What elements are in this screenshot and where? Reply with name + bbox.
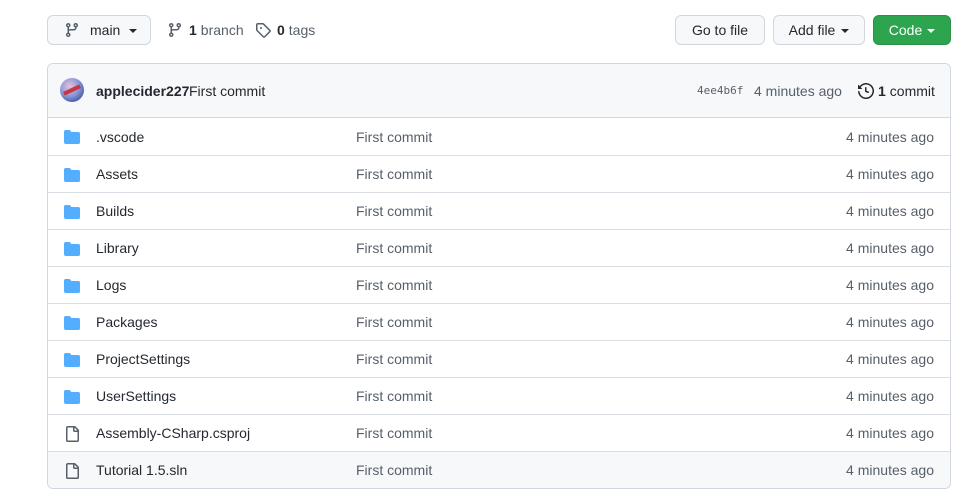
file-name-link[interactable]: Assets (96, 166, 138, 182)
latest-commit-bar: applecider227 First commit 4ee4b6f 4 min… (48, 64, 950, 118)
file-row[interactable]: Library First commit 4 minutes ago (48, 229, 950, 266)
file-commit-message-link[interactable]: First commit (356, 425, 432, 441)
file-icon (64, 463, 80, 479)
file-commit-message-link[interactable]: First commit (356, 462, 432, 478)
file-row[interactable]: Assembly-CSharp.csproj First commit 4 minu… (48, 414, 950, 451)
file-row[interactable]: Logs First commit 4 minutes ago (48, 266, 950, 303)
commit-count-word: commit (889, 82, 935, 99)
commit-count: 1 (878, 82, 886, 99)
code-button[interactable]: Code (873, 15, 951, 45)
file-commit-time: 4 minutes ago (846, 277, 934, 293)
file-name-link[interactable]: UserSettings (96, 388, 176, 404)
file-commit-message-link[interactable]: First commit (356, 166, 432, 182)
commit-history-link[interactable]: 1 commit (858, 83, 935, 99)
folder-icon (64, 204, 80, 220)
branch-count: 1 (189, 22, 197, 38)
chevron-down-icon (927, 29, 936, 33)
file-browser: applecider227 First commit 4ee4b6f 4 min… (47, 63, 951, 489)
file-commit-time: 4 minutes ago (846, 388, 934, 404)
file-commit-time: 4 minutes ago (846, 462, 934, 478)
file-name-link[interactable]: Tutorial 1.5.sln (96, 462, 187, 478)
tag-count: 0 (277, 22, 285, 38)
folder-icon (64, 315, 80, 331)
go-to-file-label: Go to file (691, 22, 749, 38)
file-name-link[interactable]: ProjectSettings (96, 351, 190, 367)
file-name-link[interactable]: Packages (96, 314, 157, 330)
branch-word: branch (200, 22, 244, 38)
chevron-down-icon (841, 29, 850, 33)
folder-icon (64, 241, 80, 257)
file-commit-message-link[interactable]: First commit (356, 129, 432, 145)
tag-icon (255, 22, 271, 38)
commit-author-link[interactable]: applecider227 (96, 83, 189, 99)
file-list: .vscode First commit 4 minutes ago Assets Fi… (48, 118, 950, 488)
file-commit-message-link[interactable]: First commit (356, 277, 432, 293)
file-commit-message-link[interactable]: First commit (356, 314, 432, 330)
go-to-file-button[interactable]: Go to file (675, 15, 765, 45)
branch-selector-button[interactable]: main (47, 15, 151, 45)
file-icon (64, 426, 80, 442)
file-commit-message-link[interactable]: First commit (356, 240, 432, 256)
commit-message-link[interactable]: First commit (189, 83, 265, 99)
chevron-down-icon (129, 29, 138, 33)
folder-icon (64, 278, 80, 294)
tag-word: tags (288, 22, 316, 38)
folder-icon (64, 352, 80, 368)
file-name-link[interactable]: Library (96, 240, 139, 256)
file-row[interactable]: Packages First commit 4 minutes ago (48, 303, 950, 340)
branch-name: main (90, 22, 121, 38)
file-commit-time: 4 minutes ago (846, 203, 934, 219)
git-branch-icon (64, 22, 80, 38)
folder-icon (64, 389, 80, 405)
file-commit-message-link[interactable]: First commit (356, 351, 432, 367)
code-label: Code (888, 22, 923, 38)
file-name-link[interactable]: Assembly-CSharp.csproj (96, 425, 250, 441)
history-icon (858, 82, 874, 99)
file-commit-time: 4 minutes ago (846, 351, 934, 367)
file-row[interactable]: Tutorial 1.5.sln First commit 4 minutes ag… (48, 451, 950, 488)
folder-icon (64, 167, 80, 183)
repo-toolbar: main 1 branch 0 tags Go to file Add file… (47, 15, 951, 47)
commit-time: 4 minutes ago (754, 82, 842, 99)
file-commit-time: 4 minutes ago (846, 128, 934, 145)
file-commit-time: 4 minutes ago (846, 425, 934, 441)
folder-icon (64, 129, 80, 145)
avatar[interactable] (60, 78, 84, 102)
file-commit-time: 4 minutes ago (846, 314, 934, 330)
file-row[interactable]: .vscode First commit 4 minutes ago (48, 118, 950, 155)
file-name-link[interactable]: Builds (96, 203, 134, 219)
file-commit-message-link[interactable]: First commit (356, 203, 432, 219)
file-name-link[interactable]: .vscode (96, 129, 144, 145)
file-commit-message-link[interactable]: First commit (356, 388, 432, 404)
file-row[interactable]: Assets First commit 4 minutes ago (48, 155, 950, 192)
branches-link[interactable]: 1 branch (167, 15, 244, 45)
file-commit-time: 4 minutes ago (846, 240, 934, 256)
commit-sha-link[interactable]: 4ee4b6f (697, 84, 743, 97)
add-file-button[interactable]: Add file (773, 15, 865, 45)
file-commit-time: 4 minutes ago (846, 166, 934, 182)
file-row[interactable]: Builds First commit 4 minutes ago (48, 192, 950, 229)
file-name-link[interactable]: Logs (96, 277, 126, 293)
add-file-label: Add file (788, 22, 836, 38)
tags-link[interactable]: 0 tags (255, 15, 315, 45)
file-row[interactable]: ProjectSettings First commit 4 minutes ago (48, 340, 950, 377)
file-row[interactable]: UserSettings First commit 4 minutes ago (48, 377, 950, 414)
git-branch-icon (167, 22, 183, 38)
